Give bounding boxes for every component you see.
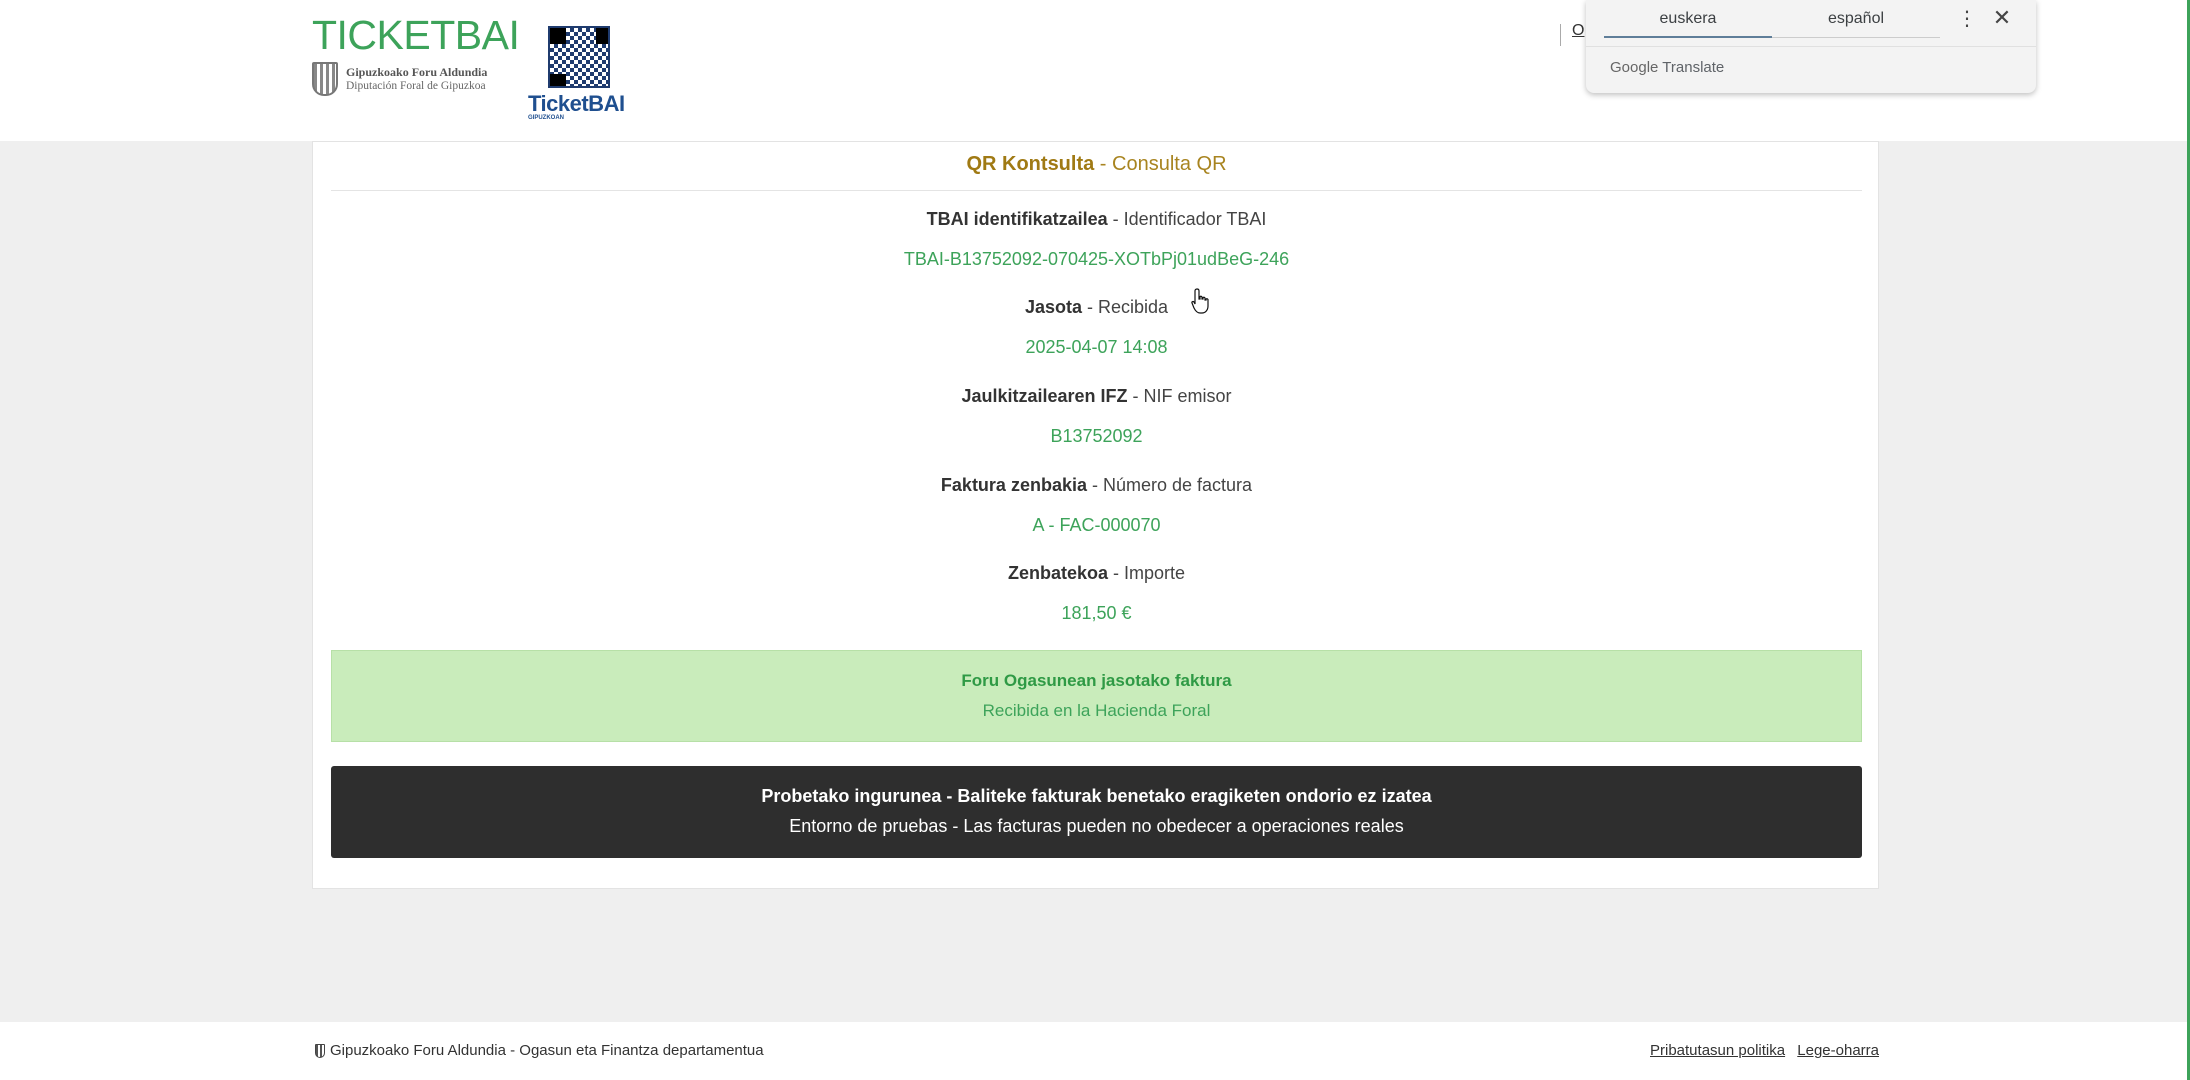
field-label-es: - Número de factura (1086, 475, 1253, 495)
header-link-partial[interactable]: O (1572, 22, 1584, 40)
hand-pointer-icon (1191, 288, 1209, 314)
org-name-es: Diputación Foral de Gipuzkoa (346, 80, 486, 92)
translate-tab-espanol[interactable]: español (1772, 0, 1940, 38)
status-text-es: Recibida en la Hacienda Foral (982, 701, 1211, 720)
header-separator (1560, 24, 1561, 46)
warning-text-es: Entorno de pruebas - Las facturas pueden… (789, 816, 1404, 836)
footer-org-text: Gipuzkoako Foru Aldundia - Ogasun eta Fi… (330, 1042, 764, 1059)
qr-logo-title: TicketBAI (528, 91, 625, 116)
legal-notice-link[interactable]: Lege-oharra (1797, 1042, 1879, 1059)
status-received-box: Foru Ogasunean jasotako faktura Recibida… (331, 650, 1862, 742)
field-value: 181,50 € (1061, 603, 1132, 623)
field-value: B13752092 (1050, 426, 1143, 446)
google-translate-brand: Google Translate (1610, 59, 1724, 76)
google-wordmark: Google (1610, 59, 1659, 76)
more-options-icon[interactable]: ⋮ (1957, 8, 1977, 30)
gipuzkoa-crest-icon (312, 62, 338, 96)
translate-wordmark: Translate (1662, 59, 1725, 76)
field-value: 2025-04-07 14:08 (1025, 337, 1168, 357)
warning-text-eu: Probetako ingurunea - Baliteke fakturak … (761, 786, 1432, 806)
field-invoice-number: Faktura zenbakia - Número de factura A -… (313, 475, 1880, 536)
footer-org: Gipuzkoako Foru Aldundia - Ogasun eta Fi… (315, 1042, 764, 1059)
gipuzkoa-logo[interactable]: Gipuzkoako Foru Aldundia Diputación Fora… (312, 62, 487, 96)
field-label-es: - Recibida (1082, 297, 1169, 317)
ticketbai-qr-logo: TicketBAI GIPUZKOAN (528, 26, 628, 121)
field-received: Jasota - Recibida 2025-04-07 14:08 (313, 297, 1880, 358)
privacy-policy-link[interactable]: Pribatutasun politika (1650, 1042, 1785, 1059)
field-label-eu: Jasota (1024, 297, 1082, 317)
status-text-eu: Foru Ogasunean jasotako faktura (961, 671, 1232, 690)
field-label-es: - Identificador TBAI (1107, 209, 1267, 229)
footer-links: Pribatutasun politika Lege-oharra (1642, 1042, 1879, 1059)
test-environment-warning: Probetako ingurunea - Baliteke fakturak … (331, 766, 1862, 858)
field-value: TBAI-B13752092-070425-XOTbPj01udBeG-246 (903, 249, 1290, 269)
field-label-eu: Jaulkitzailearen IFZ (961, 386, 1128, 406)
field-label-eu: Zenbatekoa (1007, 563, 1108, 583)
field-tbai-id: TBAI identifikatzailea - Identificador T… (313, 209, 1880, 270)
field-value: A - FAC-000070 (1032, 515, 1161, 535)
field-amount: Zenbatekoa - Importe 181,50 € (313, 563, 1880, 624)
qr-code-icon (548, 26, 610, 88)
site-footer: Gipuzkoako Foru Aldundia - Ogasun eta Fi… (0, 1022, 2187, 1080)
card-title-eu: QR Kontsulta (966, 153, 1095, 175)
field-label-es: - Importe (1108, 563, 1186, 583)
ticketbai-brand-logo[interactable]: TICKETBAI (312, 12, 520, 59)
field-label-es: - NIF emisor (1127, 386, 1232, 406)
field-label-eu: Faktura zenbakia (940, 475, 1087, 495)
gipuzkoa-crest-icon (315, 1043, 325, 1058)
close-icon[interactable]: ✕ (1991, 6, 2013, 30)
qr-query-card: QR Kontsulta - Consulta QR TBAI identifi… (312, 141, 1879, 889)
card-title-es: - Consulta QR (1094, 153, 1227, 175)
card-title: QR Kontsulta - Consulta QR (331, 142, 1862, 191)
field-issuer-nif: Jaulkitzailearen IFZ - NIF emisor B13752… (313, 386, 1880, 447)
google-translate-popup: euskera español ⋮ ✕ Google Translate (1586, 0, 2036, 93)
org-name-eu: Gipuzkoako Foru Aldundia (346, 65, 488, 79)
translate-footer: Google Translate (1586, 46, 2036, 93)
translate-tab-euskera[interactable]: euskera (1604, 0, 1772, 38)
field-label-eu: TBAI identifikatzailea (926, 209, 1108, 229)
